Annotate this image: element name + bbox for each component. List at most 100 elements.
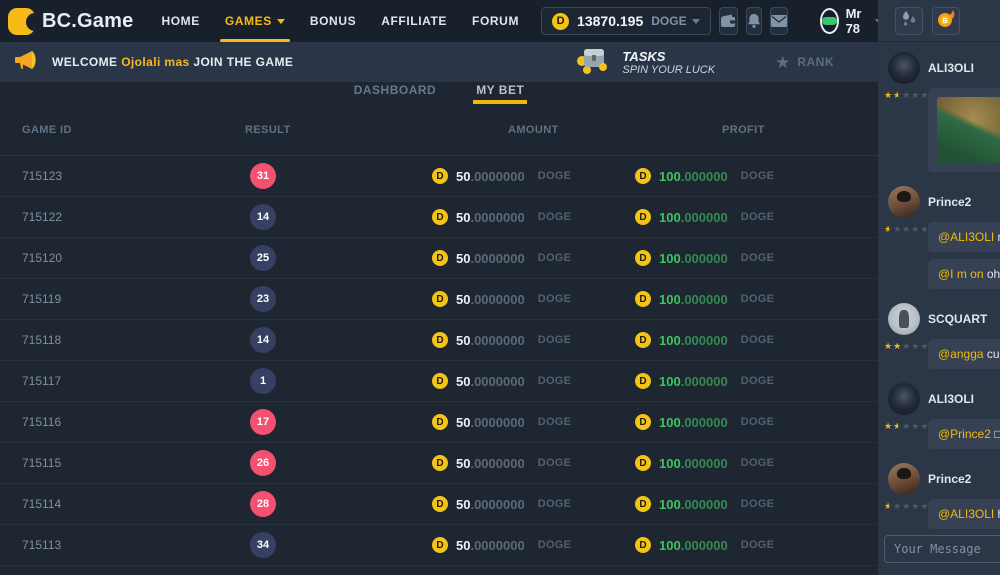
flaming-coin-icon: B bbox=[936, 8, 956, 33]
nav-link-games[interactable]: GAMES bbox=[225, 0, 285, 42]
avatar[interactable] bbox=[888, 52, 920, 84]
profit-cell: D 100.000000 DOGE bbox=[635, 168, 848, 184]
amount-decimals: .0000000 bbox=[470, 497, 524, 512]
profit-decimals: .000000 bbox=[681, 538, 728, 553]
chat-username: SCQUART bbox=[924, 312, 1000, 326]
profit-currency: DOGE bbox=[741, 539, 775, 551]
amount-integer: 50 bbox=[456, 169, 470, 184]
amount-decimals: .0000000 bbox=[470, 210, 524, 225]
profit-currency: DOGE bbox=[741, 498, 775, 510]
amount-currency: DOGE bbox=[538, 457, 572, 469]
table-row[interactable]: 715122 14 D 50.0000000 DOGE D 100.000000… bbox=[0, 197, 878, 238]
game-id-cell: 715113 bbox=[22, 538, 245, 552]
user-menu[interactable]: Mr 78 bbox=[820, 6, 884, 36]
header-game-id: GAME ID bbox=[22, 124, 245, 136]
table-row[interactable]: 715113 34 D 50.0000000 DOGE D 100.000000… bbox=[0, 525, 878, 566]
nav-link-forum[interactable]: FORUM bbox=[472, 0, 519, 42]
amount-cell: D 50.0000000 DOGE bbox=[432, 455, 635, 471]
profit-integer: 100 bbox=[659, 456, 681, 471]
table-row[interactable]: 715116 17 D 50.0000000 DOGE D 100.000000… bbox=[0, 402, 878, 443]
amount-currency: DOGE bbox=[538, 498, 572, 510]
amount-currency: DOGE bbox=[538, 375, 572, 387]
amount-cell: D 50.0000000 DOGE bbox=[432, 209, 635, 225]
profit-currency: DOGE bbox=[741, 211, 775, 223]
chat-message-input[interactable] bbox=[884, 535, 1000, 563]
result-badge: 17 bbox=[250, 409, 276, 435]
profit-cell: D 100.000000 DOGE bbox=[635, 291, 848, 307]
wallet-button[interactable] bbox=[719, 7, 738, 35]
profit-integer: 100 bbox=[659, 251, 681, 266]
svg-text:B: B bbox=[942, 18, 947, 25]
rain-button[interactable] bbox=[895, 7, 923, 35]
bet-tabs: DASHBOARD MY BET bbox=[0, 82, 878, 104]
profit-decimals: .000000 bbox=[681, 292, 728, 307]
tasks-widget[interactable]: TASKS SPIN YOUR LUCK bbox=[574, 45, 715, 80]
profit-decimals: .000000 bbox=[681, 374, 728, 389]
amount-currency: DOGE bbox=[538, 293, 572, 305]
profit-currency: DOGE bbox=[741, 293, 775, 305]
nav-link-home[interactable]: HOME bbox=[161, 0, 199, 42]
amount-decimals: .0000000 bbox=[470, 169, 524, 184]
profit-integer: 100 bbox=[659, 374, 681, 389]
balance-selector[interactable]: D 13870.195 DOGE bbox=[541, 7, 711, 35]
amount-integer: 50 bbox=[456, 497, 470, 512]
table-row[interactable]: 715118 14 D 50.0000000 DOGE D 100.000000… bbox=[0, 320, 878, 361]
navbar: BC.Game HOME GAMES BONUS AFFILIATE FORUM D 1… bbox=[0, 0, 878, 42]
chat-image[interactable] bbox=[937, 97, 1000, 163]
profit-currency: DOGE bbox=[741, 416, 775, 428]
tasks-subtitle: SPIN YOUR LUCK bbox=[622, 64, 715, 76]
avatar[interactable] bbox=[888, 463, 920, 495]
nav-link-bonus[interactable]: BONUS bbox=[310, 0, 356, 42]
doge-coin-icon: D bbox=[432, 537, 448, 553]
nav-link-affiliate[interactable]: AFFILIATE bbox=[381, 0, 447, 42]
chat-message: Prince2 ★★★★★★ @ALI3OLI ho bbox=[882, 463, 1000, 529]
game-id-cell: 715119 bbox=[22, 292, 245, 306]
profit-decimals: .000000 bbox=[681, 456, 728, 471]
profit-integer: 100 bbox=[659, 210, 681, 225]
doge-coin-icon: D bbox=[635, 209, 651, 225]
amount-cell: D 50.0000000 DOGE bbox=[432, 168, 635, 184]
table-row[interactable]: 715120 25 D 50.0000000 DOGE D 100.000000… bbox=[0, 238, 878, 279]
chat-message: SCQUART ★★★★★★★ @angga cum jaringan□ bbox=[882, 303, 1000, 369]
amount-decimals: .0000000 bbox=[470, 415, 524, 430]
table-row[interactable]: 715117 1 D 50.0000000 DOGE D 100.000000 … bbox=[0, 361, 878, 402]
amount-decimals: .0000000 bbox=[470, 292, 524, 307]
user-name: Mr 78 bbox=[846, 6, 869, 36]
result-cell: 1 bbox=[245, 368, 432, 394]
profit-decimals: .000000 bbox=[681, 415, 728, 430]
amount-cell: D 50.0000000 DOGE bbox=[432, 250, 635, 266]
chat-message-list: ALI3OLI ★★★★★★★ Prince2 ★★★★★★ @ALI3OLI … bbox=[878, 42, 1000, 535]
result-cell: 14 bbox=[245, 327, 432, 353]
balance-currency-label: DOGE bbox=[651, 14, 686, 28]
tab-dashboard[interactable]: DASHBOARD bbox=[354, 82, 437, 104]
result-badge: 34 bbox=[250, 532, 276, 558]
result-cell: 26 bbox=[245, 450, 432, 476]
amount-cell: D 50.0000000 DOGE bbox=[432, 537, 635, 553]
table-row[interactable]: 715114 28 D 50.0000000 DOGE D 100.000000… bbox=[0, 484, 878, 525]
notifications-button[interactable] bbox=[746, 7, 762, 35]
balance-amount: 13870.195 bbox=[577, 13, 643, 29]
doge-coin-icon: D bbox=[635, 168, 651, 184]
chat-input-wrap bbox=[884, 535, 994, 569]
user-level-pill bbox=[822, 17, 837, 25]
chat-message: ALI3OLI ★★★★★★★ bbox=[882, 52, 1000, 172]
doge-coin-icon: D bbox=[635, 291, 651, 307]
user-star-rating: ★★★★★★★ bbox=[882, 415, 924, 449]
table-row[interactable]: 715123 31 D 50.0000000 DOGE D 100.000000… bbox=[0, 156, 878, 197]
doge-coin-icon: D bbox=[635, 373, 651, 389]
profit-cell: D 100.000000 DOGE bbox=[635, 414, 848, 430]
profit-integer: 100 bbox=[659, 292, 681, 307]
chat-bubbles bbox=[924, 84, 1000, 172]
avatar[interactable] bbox=[888, 303, 920, 335]
avatar[interactable] bbox=[888, 186, 920, 218]
messages-button[interactable] bbox=[770, 7, 788, 35]
tab-my-bet[interactable]: MY BET bbox=[476, 82, 524, 104]
coin-drop-button[interactable]: B bbox=[932, 7, 960, 35]
table-row[interactable]: 715115 26 D 50.0000000 DOGE D 100.000000… bbox=[0, 443, 878, 484]
result-badge: 23 bbox=[250, 286, 276, 312]
avatar[interactable] bbox=[888, 383, 920, 415]
rank-widget[interactable]: ★ RANK bbox=[775, 54, 834, 71]
logo[interactable]: BC.Game bbox=[8, 8, 133, 35]
profit-decimals: .000000 bbox=[681, 210, 728, 225]
table-row[interactable]: 715119 23 D 50.0000000 DOGE D 100.000000… bbox=[0, 279, 878, 320]
